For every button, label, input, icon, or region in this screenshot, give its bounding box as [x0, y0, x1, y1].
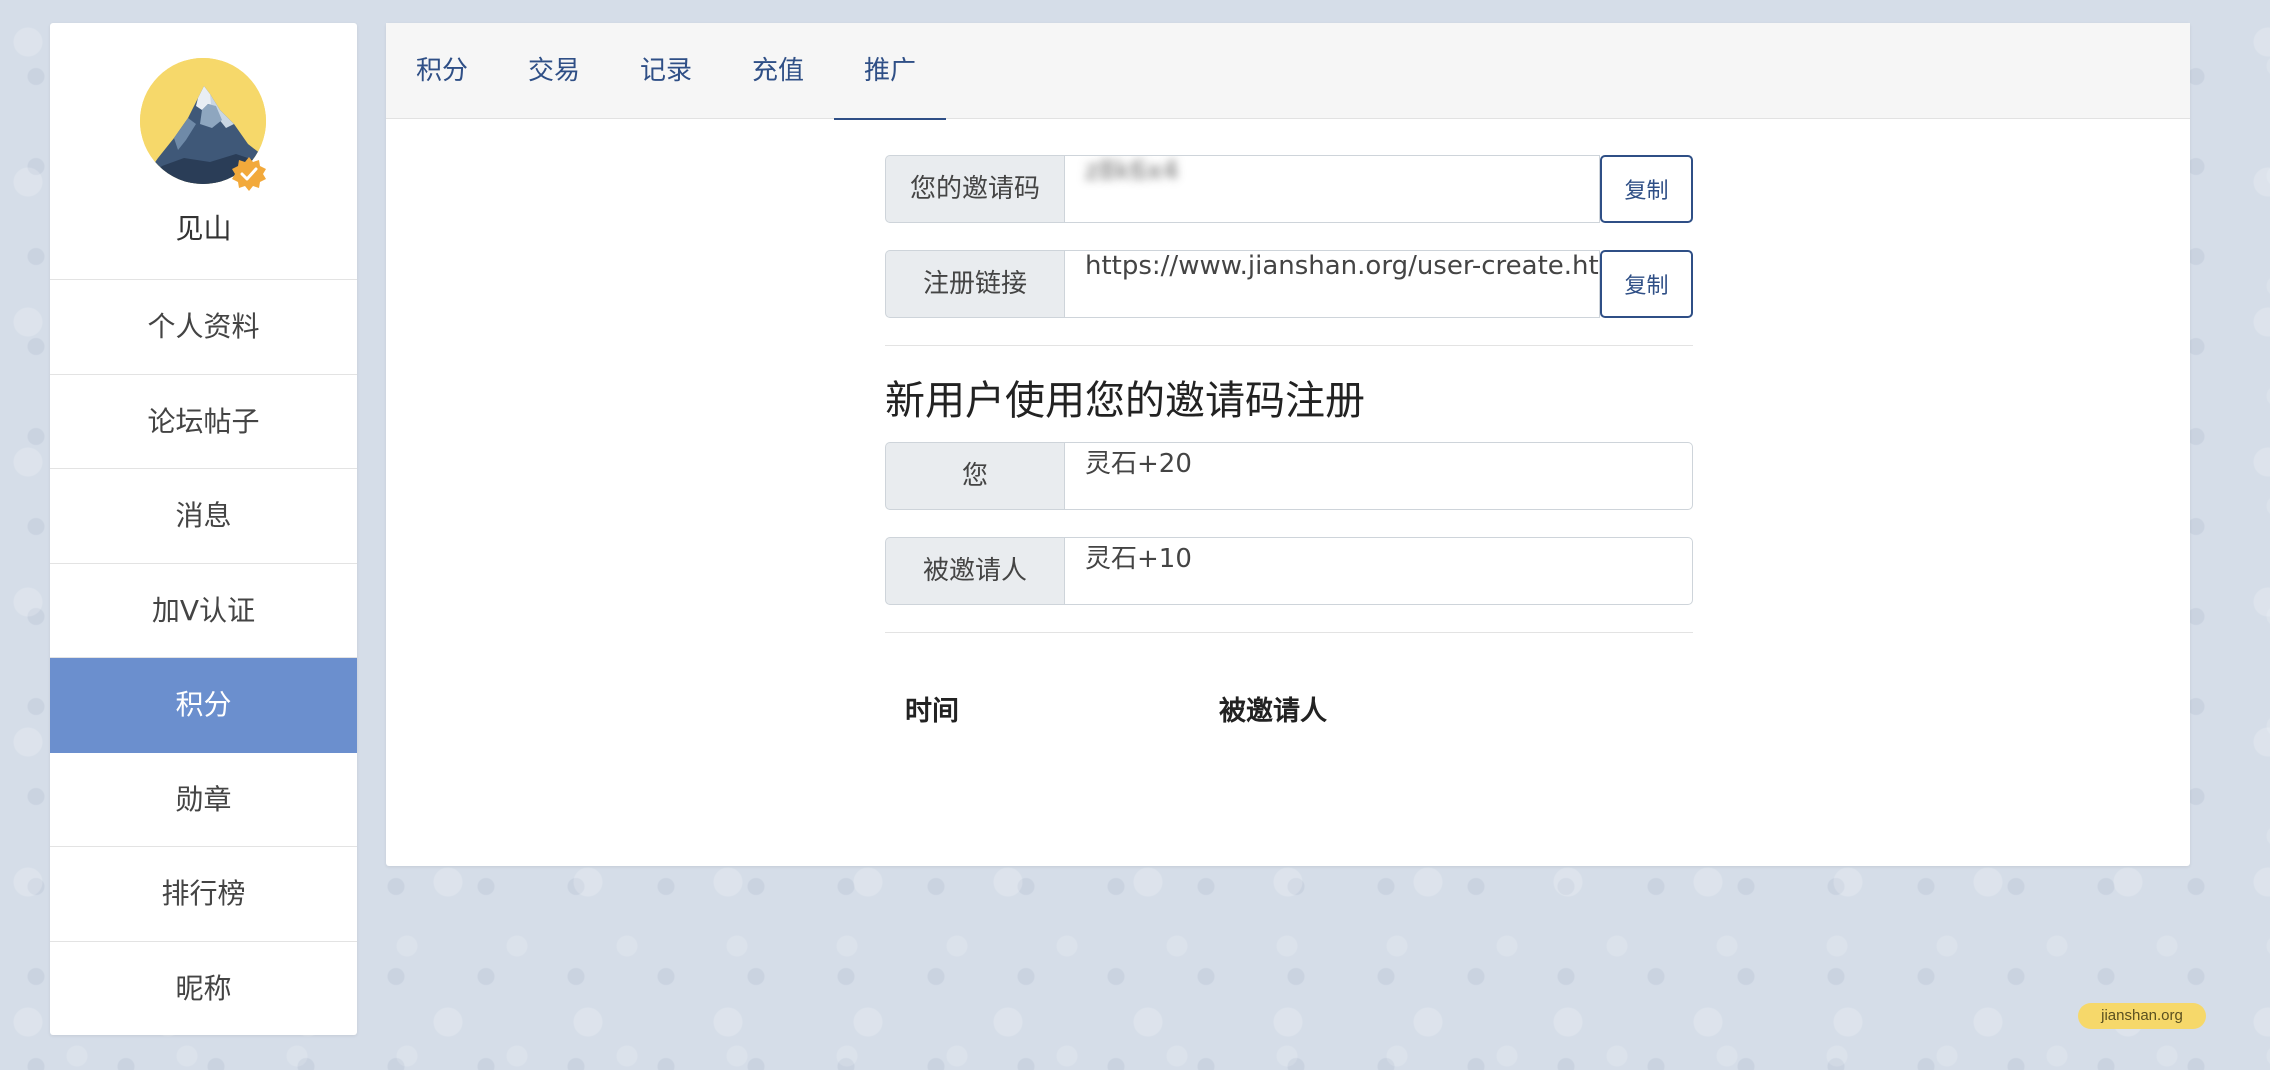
column-header-invitee: 被邀请人: [1219, 696, 1327, 727]
sidebar-item-leaderboard[interactable]: 排行榜: [50, 847, 357, 942]
tab-trade[interactable]: 交易: [498, 23, 610, 119]
reward-invitee-group: 被邀请人 灵石+10: [885, 537, 1693, 605]
main-panel: 积分 交易 记录 充值 推广 您的邀请码 z8k6x4 复制 注册链接 http…: [386, 23, 2190, 866]
reward-invitee-label: 被邀请人: [885, 537, 1064, 605]
reward-you-value: 灵石+20: [1064, 442, 1693, 510]
sidebar-item-forum-posts[interactable]: 论坛帖子: [50, 375, 357, 469]
tab-bar: 积分 交易 记录 充值 推广: [386, 23, 2190, 120]
copy-register-link-button[interactable]: 复制: [1600, 250, 1693, 318]
invite-code-group: 您的邀请码 z8k6x4 复制: [885, 155, 1693, 223]
sidebar-item-nickname[interactable]: 昵称: [50, 942, 357, 1037]
site-watermark: jianshan.org: [2078, 1003, 2206, 1029]
sidebar-item-points[interactable]: 积分: [50, 658, 357, 753]
sidebar-item-verification[interactable]: 加V认证: [50, 564, 357, 658]
tab-promotion[interactable]: 推广: [834, 23, 946, 120]
profile-card: 见山: [50, 23, 357, 280]
reward-you-group: 您 灵石+20: [885, 442, 1693, 510]
reward-invitee-value: 灵石+10: [1064, 537, 1693, 605]
divider: [885, 632, 1693, 633]
tab-points[interactable]: 积分: [386, 23, 498, 119]
sidebar-item-messages[interactable]: 消息: [50, 469, 357, 564]
sidebar-item-medals[interactable]: 勋章: [50, 753, 357, 847]
sidebar: 见山 个人资料 论坛帖子 消息 加V认证 积分 勋章 排行榜 昵称: [50, 23, 357, 1035]
sidebar-menu: 个人资料 论坛帖子 消息 加V认证 积分 勋章 排行榜 昵称: [50, 280, 357, 1036]
invite-records-table: 时间 被邀请人: [885, 671, 1693, 746]
invite-code-field[interactable]: z8k6x4: [1064, 155, 1600, 223]
sidebar-item-profile[interactable]: 个人资料: [50, 280, 357, 375]
divider: [885, 345, 1693, 346]
rewards-title: 新用户使用您的邀请码注册: [885, 378, 1365, 424]
table-header-row: 时间 被邀请人: [885, 671, 1693, 746]
tab-records[interactable]: 记录: [610, 23, 722, 119]
username[interactable]: 见山: [50, 207, 357, 247]
register-link-group: 注册链接 https://www.jianshan.org/user-creat…: [885, 250, 1693, 318]
copy-invite-code-button[interactable]: 复制: [1600, 155, 1693, 223]
column-header-time: 时间: [905, 696, 959, 727]
verified-badge-icon: [231, 156, 267, 192]
tab-recharge[interactable]: 充值: [722, 23, 834, 119]
register-link-field[interactable]: https://www.jianshan.org/user-create.htm…: [1064, 250, 1600, 318]
promotion-content: 您的邀请码 z8k6x4 复制 注册链接 https://www.jiansha…: [885, 155, 1693, 746]
register-link-label: 注册链接: [885, 250, 1064, 318]
invite-code-label: 您的邀请码: [885, 155, 1064, 223]
reward-you-label: 您: [885, 442, 1064, 510]
